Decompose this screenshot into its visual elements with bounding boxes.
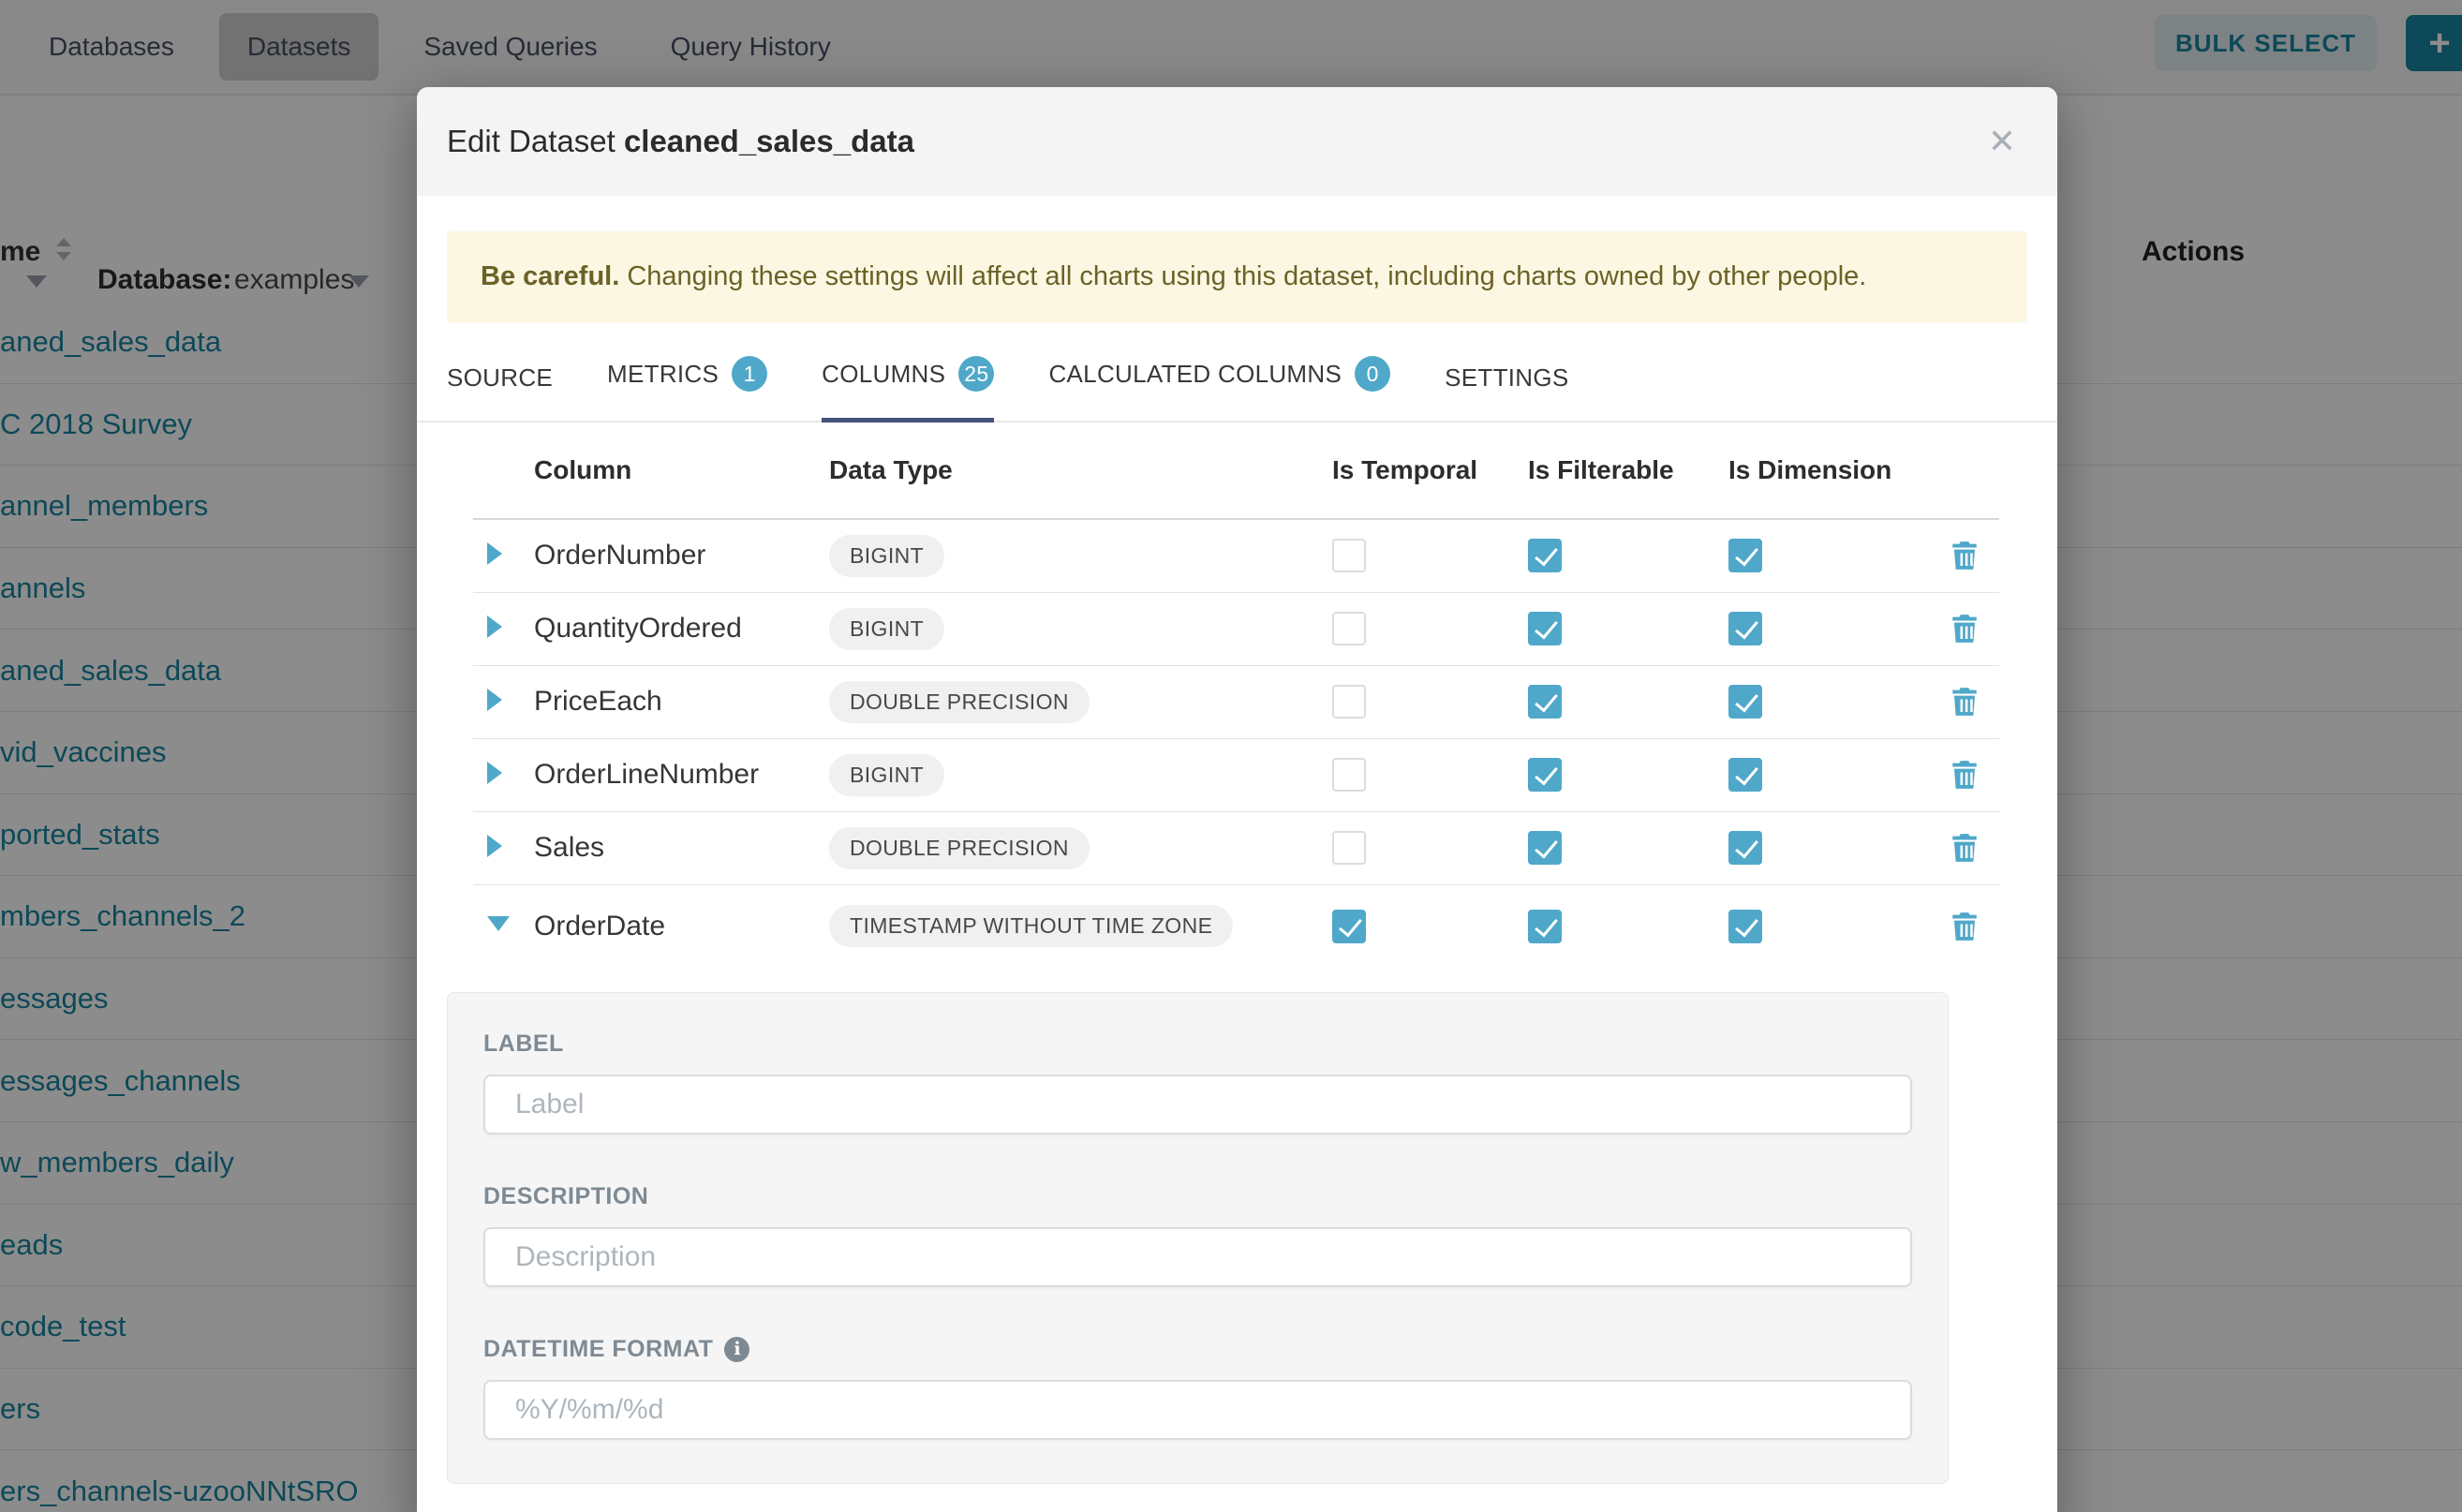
field-label: DATETIME FORMAT [483, 1336, 713, 1363]
checkbox-is-dimension[interactable] [1728, 539, 1762, 572]
tab-label: METRICS [607, 360, 719, 388]
checkbox-is-filterable[interactable] [1528, 612, 1562, 645]
checkbox-is-temporal[interactable] [1332, 910, 1366, 943]
tab-metrics[interactable]: METRICS 1 [607, 356, 767, 422]
checkbox-is-filterable[interactable] [1528, 910, 1562, 943]
columns-table: Column Data Type Is Temporal Is Filterab… [473, 422, 1999, 968]
column-name: OrderNumber [534, 540, 705, 571]
tab-count-badge: 0 [1355, 356, 1390, 392]
checkbox-is-filterable[interactable] [1528, 831, 1562, 865]
column-name: QuantityOrdered [534, 613, 742, 644]
tab-settings[interactable]: SETTINGS [1445, 363, 1568, 422]
tab-calculated-columns[interactable]: CALCULATED COLUMNS 0 [1048, 356, 1390, 422]
data-type-pill: BIGINT [829, 535, 944, 577]
tab-columns[interactable]: COLUMNS 25 [822, 356, 994, 422]
column-name: OrderLineNumber [534, 759, 759, 790]
checkbox-is-dimension[interactable] [1728, 612, 1762, 645]
data-type-pill: DOUBLE PRECISION [829, 827, 1090, 869]
column-name: Sales [534, 832, 604, 863]
checkbox-is-temporal[interactable] [1332, 612, 1366, 645]
tab-count-badge: 25 [958, 356, 994, 392]
tab-label: COLUMNS [822, 360, 945, 388]
expand-caret-icon[interactable] [487, 689, 502, 711]
checkbox-is-temporal[interactable] [1332, 758, 1366, 792]
checkbox-is-filterable[interactable] [1528, 758, 1562, 792]
collapse-caret-icon[interactable] [487, 916, 510, 931]
modal-title: Edit Dataset cleaned_sales_data [447, 124, 914, 159]
expand-caret-icon[interactable] [487, 762, 502, 784]
edit-dataset-modal: Edit Dataset cleaned_sales_data ✕ Be car… [417, 87, 2057, 1512]
delete-column-button[interactable] [1949, 832, 1999, 864]
tab-source[interactable]: SOURCE [447, 363, 553, 422]
checkbox-is-dimension[interactable] [1728, 831, 1762, 865]
form-field-label: LABEL [483, 1030, 1912, 1134]
checkbox-is-filterable[interactable] [1528, 539, 1562, 572]
checkbox-is-filterable[interactable] [1528, 685, 1562, 719]
label-input[interactable] [483, 1075, 1912, 1134]
column-row: Sales DOUBLE PRECISION [473, 812, 1999, 885]
form-field-description: DESCRIPTION [483, 1183, 1912, 1287]
delete-column-button[interactable] [1949, 540, 1999, 571]
header-is-temporal: Is Temporal [1327, 455, 1523, 485]
warning-banner: Be careful. Changing these settings will… [447, 231, 2027, 322]
column-row: OrderDate TIMESTAMP WITHOUT TIME ZONE [473, 885, 1999, 968]
checkbox-is-dimension[interactable] [1728, 758, 1762, 792]
column-row: PriceEach DOUBLE PRECISION [473, 666, 1999, 739]
header-column: Column [534, 455, 810, 485]
checkbox-is-temporal[interactable] [1332, 685, 1366, 719]
modal-header: Edit Dataset cleaned_sales_data ✕ [417, 87, 2057, 196]
tab-label: SETTINGS [1445, 363, 1568, 392]
checkbox-is-temporal[interactable] [1332, 539, 1366, 572]
data-type-pill: TIMESTAMP WITHOUT TIME ZONE [829, 905, 1233, 947]
columns-table-header: Column Data Type Is Temporal Is Filterab… [473, 422, 1999, 520]
column-name: PriceEach [534, 686, 662, 717]
column-detail-panel: LABEL DESCRIPTION DATETIME FORMAT i [447, 992, 1949, 1484]
column-row: QuantityOrdered BIGINT [473, 593, 1999, 666]
description-input[interactable] [483, 1227, 1912, 1287]
form-field-datetime-format: DATETIME FORMAT i [483, 1336, 1912, 1440]
warning-banner-text: Changing these settings will affect all … [619, 261, 1866, 291]
expand-caret-icon[interactable] [487, 835, 502, 857]
delete-column-button[interactable] [1949, 613, 1999, 645]
field-label: DESCRIPTION [483, 1183, 648, 1210]
data-type-pill: DOUBLE PRECISION [829, 681, 1090, 723]
datetime-format-input[interactable] [483, 1380, 1912, 1440]
expand-caret-icon[interactable] [487, 542, 502, 565]
header-data-type: Data Type [810, 455, 1327, 485]
columns-table-rows: OrderNumber BIGINT QuantityOrdered BIGINT Pr… [473, 520, 1999, 968]
modal-dataset-name: cleaned_sales_data [624, 124, 914, 158]
tab-count-badge: 1 [732, 356, 767, 392]
close-icon[interactable]: ✕ [1988, 125, 2016, 158]
checkbox-is-dimension[interactable] [1728, 910, 1762, 943]
column-row: OrderLineNumber BIGINT [473, 739, 1999, 812]
field-label: LABEL [483, 1030, 564, 1058]
modal-body: Be careful. Changing these settings will… [417, 231, 2057, 1484]
data-type-pill: BIGINT [829, 608, 944, 650]
modal-tabs: SOURCE METRICS 1 COLUMNS 25 CALCULATED COLUMN… [417, 356, 2057, 422]
info-icon[interactable]: i [724, 1337, 749, 1362]
column-name: OrderDate [534, 911, 665, 941]
modal-title-prefix: Edit Dataset [447, 124, 616, 158]
tab-label: SOURCE [447, 363, 553, 392]
column-row: OrderNumber BIGINT [473, 520, 1999, 593]
header-is-filterable: Is Filterable [1523, 455, 1724, 485]
checkbox-is-dimension[interactable] [1728, 685, 1762, 719]
delete-column-button[interactable] [1949, 911, 1999, 942]
tab-label: CALCULATED COLUMNS [1048, 360, 1342, 388]
checkbox-is-temporal[interactable] [1332, 831, 1366, 865]
warning-banner-bold: Be careful. [481, 261, 619, 291]
data-type-pill: BIGINT [829, 754, 944, 796]
delete-column-button[interactable] [1949, 759, 1999, 791]
delete-column-button[interactable] [1949, 686, 1999, 718]
expand-caret-icon[interactable] [487, 615, 502, 638]
header-is-dimension: Is Dimension [1724, 455, 1949, 485]
